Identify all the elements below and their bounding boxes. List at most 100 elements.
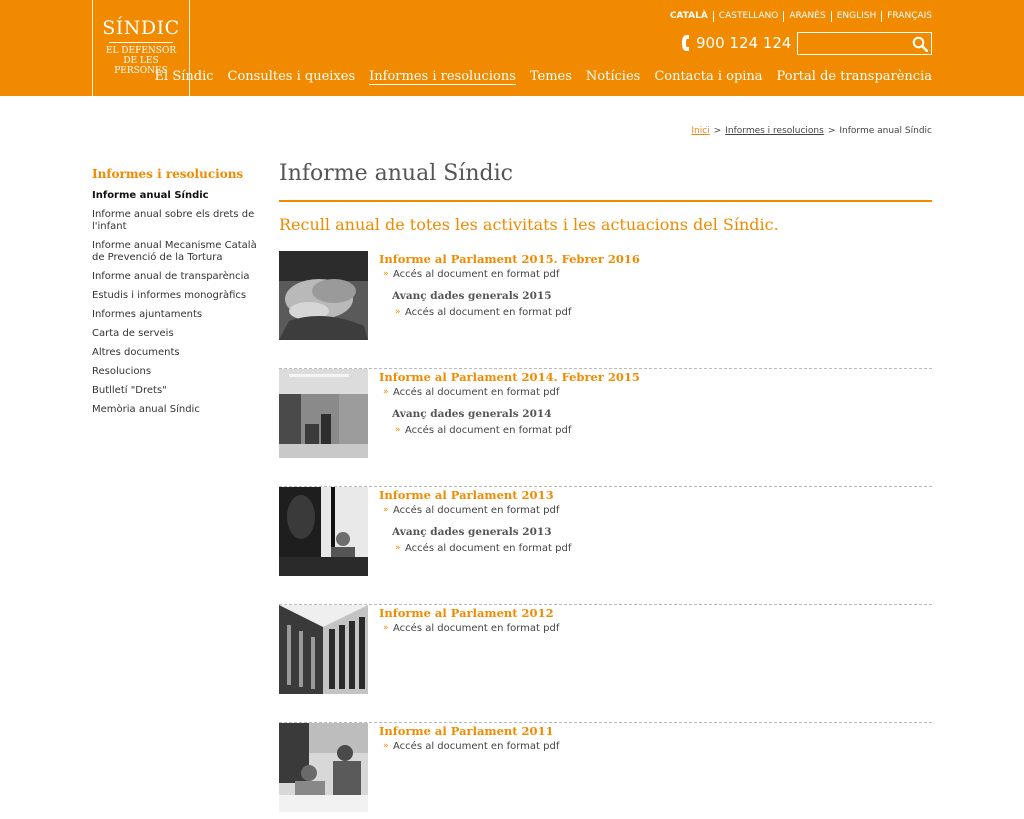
logo-divider (109, 42, 173, 43)
report-title[interactable]: Informe al Parlament 2013 (379, 488, 932, 502)
chevron-right-icon: » (383, 505, 389, 515)
report-body: Informe al Parlament 2012 » Accés al doc… (379, 606, 932, 644)
breadcrumb-separator: > (713, 126, 722, 136)
main-nav: El Síndic Consultes i queixes Informes i… (141, 69, 932, 85)
thumbnail-photo (279, 723, 368, 812)
thumbnail-photo (279, 487, 368, 576)
report-pdf-link[interactable]: » Accés al document en format pdf (379, 505, 932, 516)
report-sub-pdf-link[interactable]: » Accés al document en format pdf (379, 425, 932, 436)
phone-number: 900 124 124 (696, 34, 792, 52)
report-body: Informe al Parlament 2015. Febrer 2016 »… (379, 252, 932, 328)
lang-english[interactable]: ENGLISH (830, 11, 882, 22)
report-sub-pdf-link-label: Accés al document en format pdf (405, 307, 572, 318)
thumbnail-photo (279, 605, 368, 694)
breadcrumb-home[interactable]: Inici (691, 126, 709, 136)
report-thumbnail[interactable] (279, 605, 368, 694)
report-body: Informe al Parlament 2011 » Accés al doc… (379, 724, 932, 762)
report-item: Informe al Parlament 2011 » Accés al doc… (279, 723, 932, 819)
report-item: Informe al Parlament 2012 » Accés al doc… (279, 605, 932, 723)
nav-contacta-opina[interactable]: Contacta i opina (654, 69, 762, 85)
site-header: SÍNDIC EL DEFENSOR DE LES PERSONES CATAL… (0, 0, 1024, 96)
report-title[interactable]: Informe al Parlament 2015. Febrer 2016 (379, 252, 932, 266)
sidebar-item-altres-documents[interactable]: Altres documents (92, 347, 262, 359)
nav-portal-transparencia[interactable]: Portal de transparència (777, 69, 932, 85)
breadcrumb-section[interactable]: Informes i resolucions (725, 126, 824, 136)
sidebar-item-memoria-anual[interactable]: Memòria anual Síndic (92, 404, 262, 416)
search-box (797, 32, 932, 55)
report-pdf-link-label: Accés al document en format pdf (393, 269, 560, 280)
report-subtitle: Avanç dades generals 2014 (392, 408, 552, 420)
main-content: Informe anual Síndic Recull anual de tot… (279, 160, 932, 819)
sidebar-item-informe-anual[interactable]: Informe anual Síndic (92, 190, 262, 202)
breadcrumb-current: Informe anual Síndic (839, 126, 932, 136)
report-pdf-link-label: Accés al document en format pdf (393, 623, 560, 634)
thumbnail-photo (279, 369, 368, 458)
logo-subtitle-line: DE LES (123, 56, 159, 66)
nav-temes[interactable]: Temes (530, 69, 572, 85)
report-body: Informe al Parlament 2014. Febrer 2015 »… (379, 370, 932, 446)
lang-francais[interactable]: FRANÇAIS (881, 11, 932, 22)
report-sub-pdf-link-label: Accés al document en format pdf (405, 543, 572, 554)
report-subtitle: Avanç dades generals 2013 (392, 526, 552, 538)
chevron-right-icon: » (395, 307, 401, 317)
breadcrumb-separator: > (827, 126, 836, 136)
logo-subtitle-line: EL DEFENSOR (105, 46, 177, 56)
chevron-right-icon: » (395, 543, 401, 553)
title-divider (279, 200, 932, 202)
report-body: Informe al Parlament 2013 » Accés al doc… (379, 488, 932, 564)
nav-informes-resolucions[interactable]: Informes i resolucions (369, 69, 516, 85)
chevron-right-icon: » (383, 269, 389, 279)
sidebar-item-estudis[interactable]: Estudis i informes monogràfics (92, 290, 262, 302)
report-thumbnail[interactable] (279, 251, 368, 340)
report-thumbnail[interactable] (279, 723, 368, 812)
nav-el-sindic[interactable]: El Síndic (155, 69, 214, 85)
thumbnail-photo (279, 251, 368, 340)
report-title[interactable]: Informe al Parlament 2012 (379, 606, 932, 620)
nav-consultes-queixes[interactable]: Consultes i queixes (228, 69, 356, 85)
language-switcher: CATALÀ CASTELLANO ARANÈS ENGLISH FRANÇAI… (665, 11, 932, 22)
chevron-right-icon: » (383, 741, 389, 751)
report-pdf-link-label: Accés al document en format pdf (393, 505, 560, 516)
report-pdf-link[interactable]: » Accés al document en format pdf (379, 269, 932, 280)
search-input[interactable] (800, 35, 910, 52)
sidebar-title[interactable]: Informes i resolucions (92, 167, 262, 181)
search-icon[interactable] (912, 36, 928, 52)
sidebar-item-carta-serveis[interactable]: Carta de serveis (92, 328, 262, 340)
phone-contact: 900 124 124 (680, 34, 791, 52)
sidebar: Informes i resolucions Informe anual Sín… (92, 167, 262, 423)
chevron-right-icon: » (383, 387, 389, 397)
lang-castellano[interactable]: CASTELLANO (712, 11, 784, 22)
lang-catala[interactable]: CATALÀ (665, 11, 713, 22)
report-item: Informe al Parlament 2014. Febrer 2015 »… (279, 369, 932, 487)
lang-aranes[interactable]: ARANÈS (783, 11, 830, 22)
report-sub-pdf-link[interactable]: » Accés al document en format pdf (379, 543, 932, 554)
logo-title: SÍNDIC (102, 17, 180, 39)
sidebar-item-transparencia[interactable]: Informe anual de transparència (92, 271, 262, 283)
sidebar-item-ajuntaments[interactable]: Informes ajuntaments (92, 309, 262, 321)
report-subtitle: Avanç dades generals 2015 (392, 290, 552, 302)
nav-noticies[interactable]: Notícies (586, 69, 640, 85)
report-pdf-link[interactable]: » Accés al document en format pdf (379, 387, 932, 398)
report-item: Informe al Parlament 2013 » Accés al doc… (279, 487, 932, 605)
report-pdf-link[interactable]: » Accés al document en format pdf (379, 623, 932, 634)
report-title[interactable]: Informe al Parlament 2011 (379, 724, 932, 738)
sidebar-item-resolucions[interactable]: Resolucions (92, 366, 262, 378)
report-title[interactable]: Informe al Parlament 2014. Febrer 2015 (379, 370, 932, 384)
report-pdf-link-label: Accés al document en format pdf (393, 387, 560, 398)
phone-icon (682, 35, 689, 51)
sidebar-item-mecanisme-tortura[interactable]: Informe anual Mecanisme Català de Preven… (92, 240, 262, 264)
chevron-right-icon: » (383, 623, 389, 633)
sidebar-item-drets-infant[interactable]: Informe anual sobre els drets de l'infan… (92, 209, 262, 233)
chevron-right-icon: » (395, 425, 401, 435)
report-thumbnail[interactable] (279, 487, 368, 576)
sidebar-item-butlleti-drets[interactable]: Butlletí "Drets" (92, 385, 262, 397)
report-pdf-link-label: Accés al document en format pdf (393, 741, 560, 752)
report-sub-pdf-link-label: Accés al document en format pdf (405, 425, 572, 436)
report-thumbnail[interactable] (279, 369, 368, 458)
page-subtitle: Recull anual de totes les activitats i l… (279, 215, 779, 234)
report-item: Informe al Parlament 2015. Febrer 2016 »… (279, 251, 932, 369)
page-title: Informe anual Síndic (279, 161, 513, 186)
report-sub-pdf-link[interactable]: » Accés al document en format pdf (379, 307, 932, 318)
report-pdf-link[interactable]: » Accés al document en format pdf (379, 741, 932, 752)
breadcrumb: Inici > Informes i resolucions > Informe… (691, 126, 932, 136)
